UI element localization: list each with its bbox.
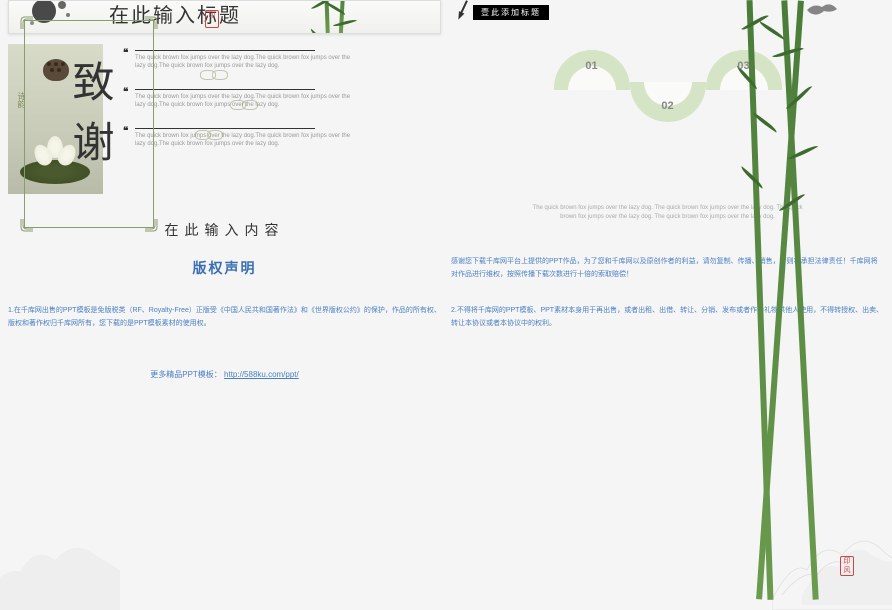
bamboo-decoration <box>315 0 365 33</box>
